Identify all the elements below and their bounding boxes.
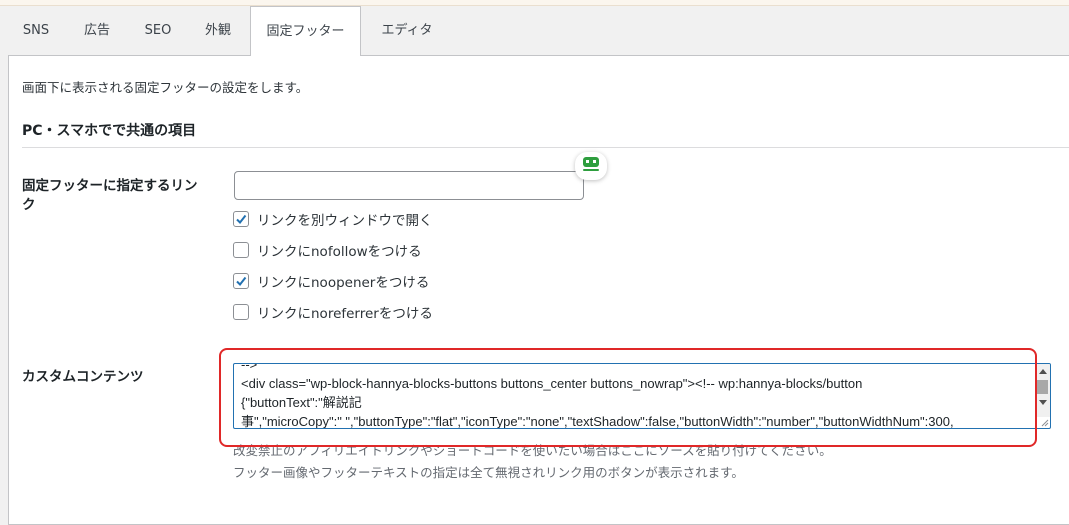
scroll-thumb[interactable]: [1037, 380, 1048, 394]
checkbox-box[interactable]: [233, 304, 249, 320]
checkbox-box[interactable]: [233, 273, 249, 289]
scroll-down-icon[interactable]: [1039, 400, 1047, 405]
robot-icon: [582, 156, 600, 176]
checkbox-noreferrer[interactable]: リンクにnoreferrerをつける: [233, 302, 433, 322]
textarea-content[interactable]: --> <div class="wp-block-hannya-blocks-b…: [241, 363, 1037, 429]
checkmark-icon: [236, 214, 247, 225]
checkbox-label: リンクにnoopenerをつける: [257, 275, 430, 291]
checkbox-box[interactable]: [233, 242, 249, 258]
checkbox-noopener[interactable]: リンクにnoopenerをつける: [233, 271, 429, 291]
custom-content-textarea[interactable]: --> <div class="wp-block-hannya-blocks-b…: [233, 363, 1051, 429]
custom-content-label: カスタムコンテンツ: [22, 369, 144, 385]
checkbox-nofollow[interactable]: リンクにnofollowをつける: [233, 240, 422, 260]
scroll-up-icon[interactable]: [1039, 369, 1047, 374]
textarea-line: <div class="wp-block-hannya-blocks-butto…: [241, 376, 863, 391]
textarea-line: {"buttonText":"解説記: [241, 395, 362, 410]
link-field-label-line1: 固定フッターに指定するリン: [22, 178, 198, 194]
tab-editor[interactable]: エディタ: [364, 6, 450, 55]
link-field-label-line2: ク: [22, 197, 36, 213]
tab-bar: SNS 広告 SEO 外観 固定フッター エディタ: [0, 6, 1069, 56]
tab-seo[interactable]: SEO: [132, 6, 184, 55]
resize-handle-icon[interactable]: [1039, 417, 1049, 427]
checkbox-box[interactable]: [233, 211, 249, 227]
textarea-line: 事","microCopy":" ","buttonType":"flat","…: [241, 414, 954, 429]
section-divider: [22, 147, 1069, 148]
custom-content-note-1: 改変禁止のアフィリエイトリンクやショートコードを使いたい場合はここにソースを貼り…: [233, 443, 832, 458]
checkbox-open-new-window[interactable]: リンクを別ウィンドウで開く: [233, 209, 433, 229]
tab-fixed-footer[interactable]: 固定フッター: [250, 6, 361, 56]
checkbox-label: リンクを別ウィンドウで開く: [257, 213, 433, 229]
textarea-line: -->: [241, 363, 258, 372]
tab-appearance[interactable]: 外観: [190, 6, 246, 55]
tab-sns[interactable]: SNS: [10, 6, 62, 55]
textarea-scrollbar[interactable]: [1035, 364, 1050, 417]
link-url-input[interactable]: [234, 171, 584, 200]
link-field-label: 固定フッターに指定するリン ク: [22, 177, 222, 215]
checkbox-label: リンクにnoreferrerをつける: [257, 306, 433, 322]
page-description: 画面下に表示される固定フッターの設定をします。: [22, 80, 309, 95]
checkbox-label: リンクにnofollowをつける: [257, 244, 422, 260]
custom-content-note-2: フッター画像やフッターテキストの指定は全て無視されリンク用のボタンが表示されます…: [233, 465, 744, 480]
input-helper-button[interactable]: [575, 152, 607, 180]
checkmark-icon: [236, 276, 247, 287]
section-title: PC・スマホでで共通の項目: [22, 123, 197, 139]
tab-ads[interactable]: 広告: [68, 6, 126, 55]
